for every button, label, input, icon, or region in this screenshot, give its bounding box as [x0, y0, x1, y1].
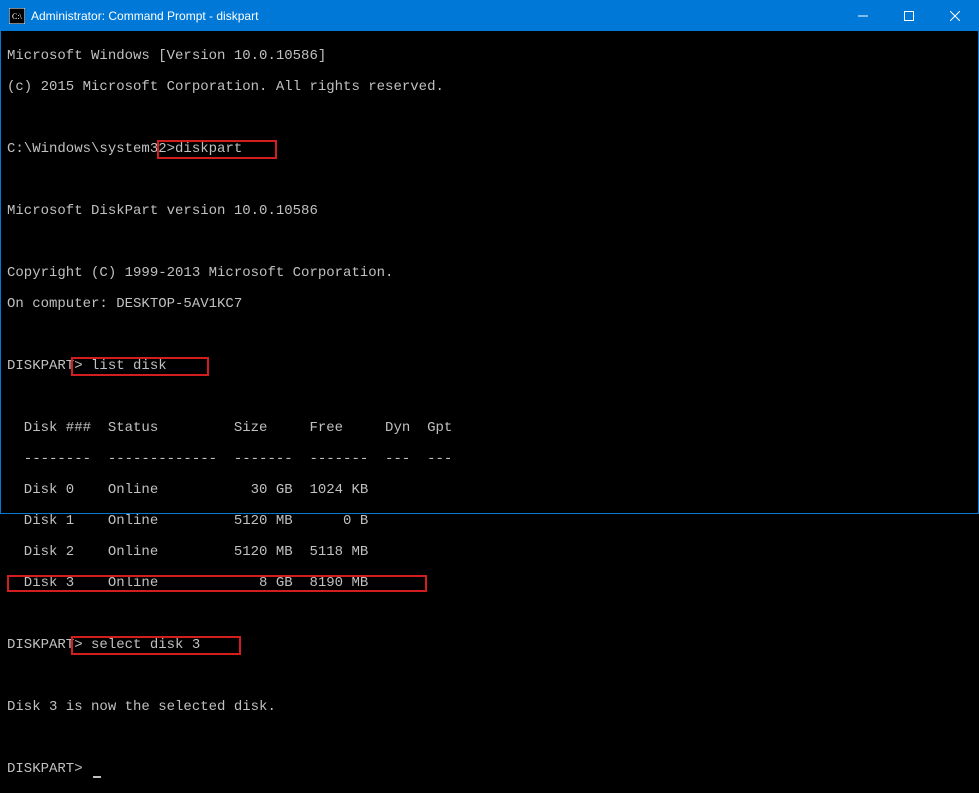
command-text: diskpart [175, 141, 242, 157]
output-line: Copyright (C) 1999-2013 Microsoft Corpor… [7, 266, 972, 282]
prompt-line: C:\Windows\system32>diskpart [7, 142, 972, 158]
prompt: DISKPART> [7, 358, 91, 374]
output-line: (c) 2015 Microsoft Corporation. All righ… [7, 80, 972, 96]
output-line: Microsoft DiskPart version 10.0.10586 [7, 204, 972, 220]
table-row: Disk 1 Online 5120 MB 0 B [7, 514, 972, 530]
command-text: list disk [91, 358, 167, 374]
table-row-text: Disk 3 Online 8 GB 8190 MB [7, 575, 368, 591]
table-header: Disk ### Status Size Free Dyn Gpt [7, 421, 972, 437]
window-controls [840, 1, 978, 31]
prompt: DISKPART> [7, 761, 91, 777]
command-text: select disk 3 [91, 637, 200, 653]
output-line [7, 111, 972, 127]
prompt: C:\Windows\system32> [7, 141, 175, 157]
window-title: Administrator: Command Prompt - diskpart [31, 9, 840, 23]
terminal-output[interactable]: Microsoft Windows [Version 10.0.10586] (… [1, 31, 978, 513]
output-line [7, 607, 972, 623]
table-row: Disk 0 Online 30 GB 1024 KB [7, 483, 972, 499]
table-row: Disk 2 Online 5120 MB 5118 MB [7, 545, 972, 561]
close-button[interactable] [932, 1, 978, 31]
output-line: Disk 3 is now the selected disk. [7, 700, 972, 716]
titlebar[interactable]: C:\ Administrator: Command Prompt - disk… [1, 1, 978, 31]
output-line [7, 173, 972, 189]
output-line: Microsoft Windows [Version 10.0.10586] [7, 49, 972, 65]
output-line [7, 390, 972, 406]
table-row: Disk 3 Online 8 GB 8190 MB [7, 576, 972, 592]
cmd-icon: C:\ [9, 8, 25, 24]
prompt-line: DISKPART> select disk 3 [7, 638, 972, 654]
output-line: On computer: DESKTOP-5AV1KC7 [7, 297, 972, 313]
output-line [7, 731, 972, 747]
minimize-button[interactable] [840, 1, 886, 31]
prompt-line: DISKPART> list disk [7, 359, 972, 375]
svg-text:C:\: C:\ [12, 12, 23, 21]
output-line [7, 669, 972, 685]
prompt: DISKPART> [7, 637, 91, 653]
maximize-button[interactable] [886, 1, 932, 31]
output-line [7, 328, 972, 344]
prompt-line: DISKPART> [7, 762, 972, 778]
cursor-icon [93, 776, 101, 778]
output-line [7, 235, 972, 251]
table-divider: -------- ------------- ------- ------- -… [7, 452, 972, 468]
